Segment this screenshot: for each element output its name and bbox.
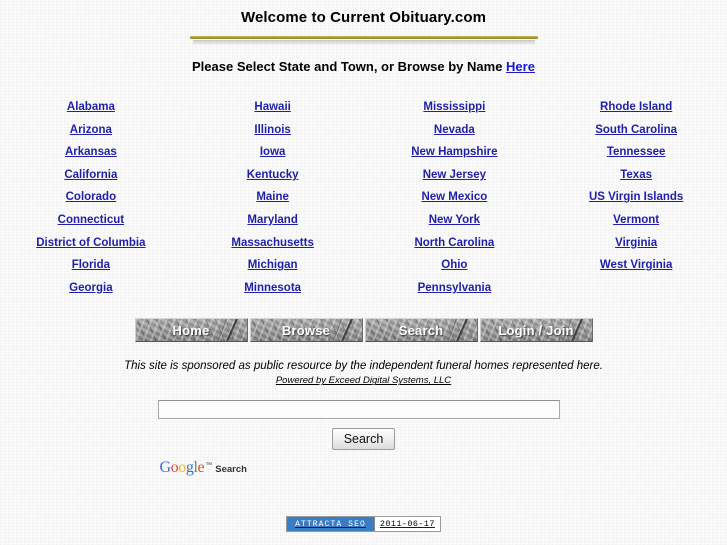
attracta-date-label: 2011-06-17 (374, 517, 440, 531)
state-link[interactable]: Massachusetts (182, 232, 364, 255)
state-link[interactable]: Texas (545, 164, 727, 187)
gold-rule-shadow (192, 40, 535, 45)
nav-search-label: Search (398, 322, 444, 338)
instruction-prefix: Please Select State and Town, or Browse … (192, 59, 507, 74)
search-input[interactable] (157, 400, 560, 420)
state-link[interactable]: Virginia (545, 232, 727, 255)
state-list: Alabama Arizona Arkansas California Colo… (0, 96, 727, 299)
attracta-seo-label: ATTRACTA SEO (287, 517, 375, 531)
state-link[interactable]: Ohio (364, 254, 546, 277)
state-link[interactable]: Florida (0, 254, 182, 277)
gold-rule (189, 36, 538, 39)
nav-login-join-button[interactable]: Login / Join (479, 318, 593, 343)
powered-by-link[interactable]: Powered by Exceed Digital Systems, LLC (276, 375, 451, 386)
state-link[interactable]: New York (364, 209, 546, 232)
state-link[interactable]: Colorado (0, 186, 182, 209)
search-button-row: Search (158, 428, 578, 451)
state-column-4: Rhode Island South Carolina Tennessee Te… (545, 96, 727, 299)
powered-by-line: Powered by Exceed Digital Systems, LLC (0, 375, 727, 386)
state-link[interactable]: Vermont (545, 209, 727, 232)
state-link[interactable]: California (0, 164, 182, 187)
state-link[interactable]: Iowa (182, 141, 364, 164)
nav-home-button[interactable]: Home (134, 318, 248, 343)
state-link[interactable]: Illinois (182, 119, 364, 142)
state-link[interactable]: Maryland (182, 209, 364, 232)
google-letter-o2: o (178, 459, 186, 477)
state-link[interactable]: Mississippi (364, 96, 546, 119)
state-link[interactable]: Rhode Island (545, 96, 727, 119)
state-link[interactable]: Alabama (0, 96, 182, 119)
google-letter-e: e (197, 459, 205, 477)
state-column-1: Alabama Arizona Arkansas California Colo… (0, 96, 182, 299)
state-link[interactable]: Maine (182, 186, 364, 209)
page-title: Welcome to Current Obituary.com (240, 9, 487, 26)
state-link[interactable]: Nevada (364, 119, 546, 142)
state-link[interactable]: North Carolina (364, 232, 546, 255)
google-search-word: Search (215, 464, 247, 476)
state-column-2: Hawaii Illinois Iowa Kentucky Maine Mary… (182, 96, 364, 299)
state-link[interactable]: Connecticut (0, 209, 182, 232)
title-divider (189, 36, 538, 45)
sponsor-text: This site is sponsored as public resourc… (124, 360, 603, 373)
footer: ATTRACTA SEO 2011-06-17 (0, 516, 727, 532)
nav-search-button[interactable]: Search (364, 318, 478, 343)
attracta-seo-badge[interactable]: ATTRACTA SEO 2011-06-17 (286, 516, 441, 532)
state-link[interactable]: Pennsylvania (364, 277, 546, 300)
browse-by-name-link[interactable]: Here (506, 59, 535, 74)
trademark-icon: ™ (205, 462, 213, 470)
instruction-text: Please Select State and Town, or Browse … (0, 59, 727, 74)
google-letter-g1: G (159, 459, 172, 477)
state-link[interactable]: New Mexico (364, 186, 546, 209)
state-link[interactable]: District of Columbia (0, 232, 182, 255)
search-submit-button[interactable]: Search (331, 428, 396, 451)
state-link[interactable]: New Hampshire (364, 141, 546, 164)
state-link[interactable]: US Virgin Islands (545, 186, 727, 209)
state-column-3: Mississippi Nevada New Hampshire New Jer… (364, 96, 546, 299)
google-search-form: Search Google ™ Search (150, 400, 578, 476)
state-link[interactable]: Kentucky (182, 164, 364, 187)
main-navigation: Home Browse Search Login / Join (0, 318, 727, 343)
page-root: Welcome to Current Obituary.com Please S… (0, 0, 727, 545)
google-branding: Google ™ Search (158, 460, 578, 476)
state-link[interactable]: New Jersey (364, 164, 546, 187)
state-link[interactable]: Arkansas (0, 141, 182, 164)
google-logo: Google (160, 460, 205, 476)
state-link[interactable]: Minnesota (182, 277, 364, 300)
state-link[interactable]: Michigan (182, 254, 364, 277)
nav-browse-label: Browse (281, 322, 331, 338)
state-link[interactable]: South Carolina (545, 119, 727, 142)
nav-browse-button[interactable]: Browse (249, 318, 363, 343)
state-link[interactable]: Arizona (0, 119, 182, 142)
state-link[interactable]: Hawaii (182, 96, 364, 119)
state-link[interactable]: Georgia (0, 277, 182, 300)
state-link[interactable]: West Virginia (545, 254, 727, 277)
state-link[interactable]: Tennessee (545, 141, 727, 164)
nav-home-label: Home (172, 322, 210, 338)
nav-login-join-label: Login / Join (498, 322, 574, 338)
